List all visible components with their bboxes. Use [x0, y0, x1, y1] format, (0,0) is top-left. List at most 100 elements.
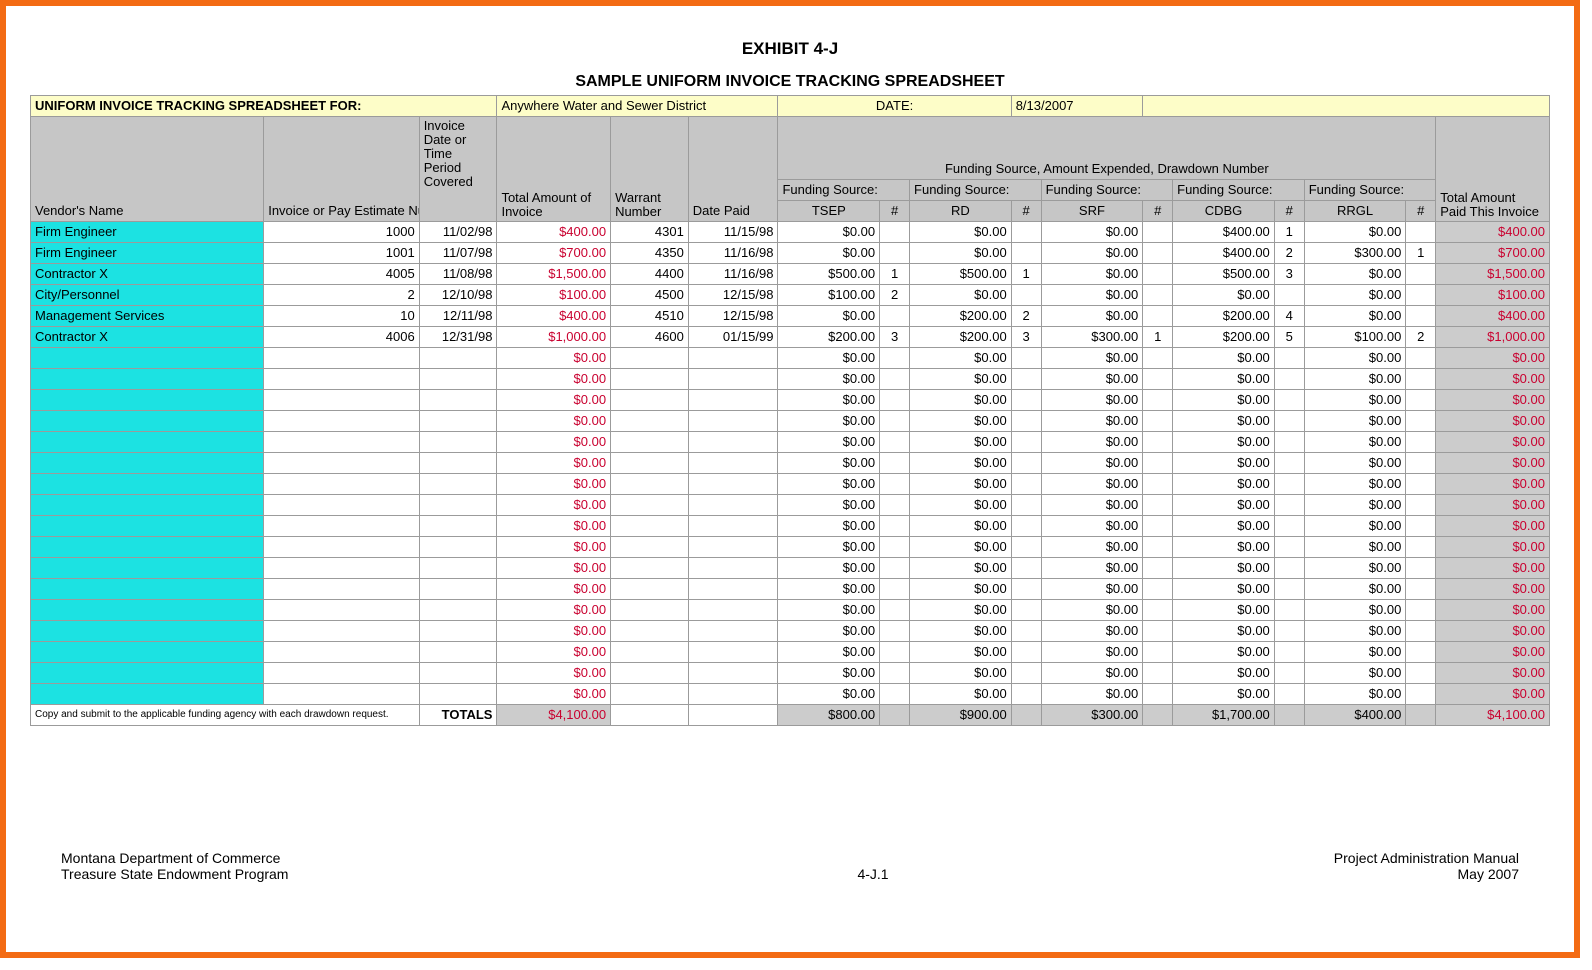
cell-date[interactable]: [419, 474, 497, 495]
cell-total[interactable]: $400.00: [497, 222, 611, 243]
cell-total[interactable]: $0.00: [497, 369, 611, 390]
cell-warrant[interactable]: [611, 663, 689, 684]
cell-vendor[interactable]: Firm Engineer: [31, 243, 264, 264]
cell-warrant[interactable]: 4301: [611, 222, 689, 243]
cell-cdbg[interactable]: $0.00: [1173, 516, 1275, 537]
cell-rd[interactable]: $0.00: [910, 537, 1012, 558]
cell-date[interactable]: [419, 579, 497, 600]
cell-total-paid[interactable]: $0.00: [1436, 348, 1550, 369]
cell-vendor[interactable]: [31, 516, 264, 537]
cell-rrgl[interactable]: $0.00: [1304, 411, 1406, 432]
cell-paid[interactable]: [688, 495, 778, 516]
cell-srf-num[interactable]: [1143, 516, 1173, 537]
cell-total-paid[interactable]: $0.00: [1436, 558, 1550, 579]
cell-srf-num[interactable]: [1143, 621, 1173, 642]
cell-total[interactable]: $400.00: [497, 306, 611, 327]
cell-rrgl-num[interactable]: [1406, 348, 1436, 369]
cell-warrant[interactable]: [611, 411, 689, 432]
cell-total-paid[interactable]: $0.00: [1436, 516, 1550, 537]
cell-cdbg-num[interactable]: [1274, 516, 1304, 537]
cell-inv[interactable]: [264, 663, 419, 684]
cell-rd[interactable]: $500.00: [910, 264, 1012, 285]
cell-total-paid[interactable]: $0.00: [1436, 600, 1550, 621]
cell-rrgl[interactable]: $0.00: [1304, 474, 1406, 495]
cell-date[interactable]: [419, 663, 497, 684]
cell-cdbg[interactable]: $400.00: [1173, 222, 1275, 243]
cell-warrant[interactable]: 4400: [611, 264, 689, 285]
cell-warrant[interactable]: 4500: [611, 285, 689, 306]
cell-tsep-num[interactable]: [880, 411, 910, 432]
cell-srf[interactable]: $0.00: [1041, 642, 1143, 663]
cell-paid[interactable]: 12/15/98: [688, 285, 778, 306]
cell-rd[interactable]: $0.00: [910, 579, 1012, 600]
cell-rrgl[interactable]: $0.00: [1304, 495, 1406, 516]
cell-srf[interactable]: $0.00: [1041, 600, 1143, 621]
cell-warrant[interactable]: 4600: [611, 327, 689, 348]
cell-paid[interactable]: [688, 579, 778, 600]
cell-warrant[interactable]: [611, 348, 689, 369]
cell-cdbg[interactable]: $200.00: [1173, 306, 1275, 327]
cell-srf[interactable]: $0.00: [1041, 684, 1143, 705]
cell-rrgl[interactable]: $300.00: [1304, 243, 1406, 264]
cell-rrgl[interactable]: $0.00: [1304, 579, 1406, 600]
cell-tsep[interactable]: $0.00: [778, 600, 880, 621]
cell-date[interactable]: [419, 600, 497, 621]
cell-cdbg-num[interactable]: [1274, 474, 1304, 495]
cell-rrgl[interactable]: $0.00: [1304, 390, 1406, 411]
cell-srf[interactable]: $0.00: [1041, 390, 1143, 411]
cell-total-paid[interactable]: $0.00: [1436, 495, 1550, 516]
cell-rrgl[interactable]: $0.00: [1304, 306, 1406, 327]
cell-date[interactable]: [419, 432, 497, 453]
cell-total[interactable]: $1,000.00: [497, 327, 611, 348]
cell-cdbg-num[interactable]: [1274, 495, 1304, 516]
cell-cdbg-num[interactable]: [1274, 663, 1304, 684]
cell-tsep[interactable]: $0.00: [778, 222, 880, 243]
cell-tsep-num[interactable]: 1: [880, 264, 910, 285]
cell-total[interactable]: $0.00: [497, 390, 611, 411]
cell-srf[interactable]: $0.00: [1041, 621, 1143, 642]
cell-tsep-num[interactable]: [880, 495, 910, 516]
cell-rrgl[interactable]: $0.00: [1304, 600, 1406, 621]
cell-cdbg[interactable]: $0.00: [1173, 684, 1275, 705]
cell-total-paid[interactable]: $0.00: [1436, 579, 1550, 600]
cell-total[interactable]: $0.00: [497, 348, 611, 369]
cell-inv[interactable]: [264, 348, 419, 369]
cell-date[interactable]: [419, 684, 497, 705]
cell-rd[interactable]: $0.00: [910, 621, 1012, 642]
cell-rd-num[interactable]: 2: [1011, 306, 1041, 327]
cell-paid[interactable]: 11/16/98: [688, 243, 778, 264]
cell-paid[interactable]: [688, 558, 778, 579]
cell-cdbg[interactable]: $0.00: [1173, 663, 1275, 684]
cell-date[interactable]: [419, 621, 497, 642]
cell-rrgl-num[interactable]: [1406, 264, 1436, 285]
cell-srf[interactable]: $0.00: [1041, 243, 1143, 264]
cell-rrgl[interactable]: $0.00: [1304, 264, 1406, 285]
cell-rd-num[interactable]: [1011, 642, 1041, 663]
cell-paid[interactable]: [688, 474, 778, 495]
cell-tsep-num[interactable]: [880, 642, 910, 663]
cell-vendor[interactable]: Contractor X: [31, 264, 264, 285]
cell-tsep[interactable]: $0.00: [778, 432, 880, 453]
cell-cdbg[interactable]: $0.00: [1173, 558, 1275, 579]
cell-tsep[interactable]: $0.00: [778, 369, 880, 390]
cell-srf[interactable]: $0.00: [1041, 411, 1143, 432]
cell-cdbg-num[interactable]: [1274, 348, 1304, 369]
cell-cdbg[interactable]: $0.00: [1173, 369, 1275, 390]
cell-srf[interactable]: $0.00: [1041, 663, 1143, 684]
cell-rd-num[interactable]: [1011, 243, 1041, 264]
cell-date[interactable]: [419, 642, 497, 663]
cell-total[interactable]: $0.00: [497, 474, 611, 495]
cell-total[interactable]: $1,500.00: [497, 264, 611, 285]
cell-total-paid[interactable]: $0.00: [1436, 642, 1550, 663]
cell-srf-num[interactable]: [1143, 264, 1173, 285]
cell-rd-num[interactable]: 3: [1011, 327, 1041, 348]
cell-paid[interactable]: [688, 600, 778, 621]
cell-rd-num[interactable]: [1011, 621, 1041, 642]
cell-total-paid[interactable]: $0.00: [1436, 537, 1550, 558]
cell-cdbg-num[interactable]: [1274, 621, 1304, 642]
cell-warrant[interactable]: [611, 642, 689, 663]
cell-vendor[interactable]: [31, 537, 264, 558]
cell-date[interactable]: [419, 453, 497, 474]
cell-tsep[interactable]: $0.00: [778, 474, 880, 495]
cell-tsep-num[interactable]: [880, 474, 910, 495]
